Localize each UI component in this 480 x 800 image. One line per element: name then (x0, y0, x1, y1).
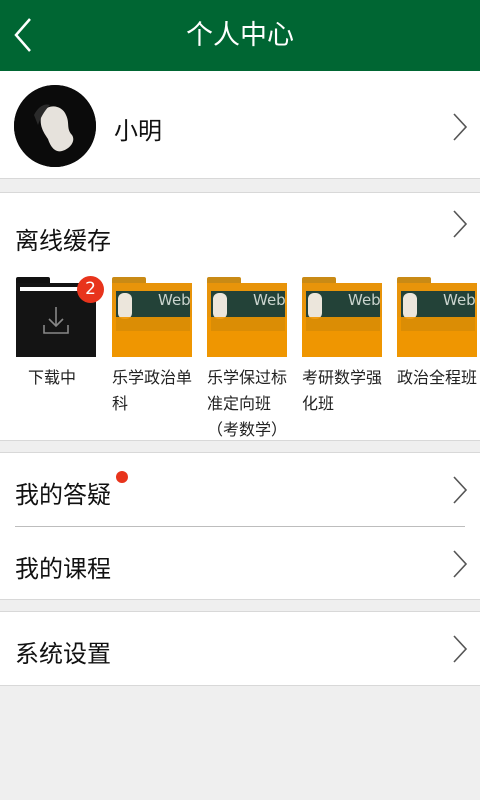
downloading-caption: 下载中 (28, 368, 77, 387)
profile-row[interactable]: 小明 (0, 71, 480, 179)
menu-item-courses[interactable]: 我的课程 (0, 527, 480, 600)
offline-cache-label[interactable]: 离线缓存 (15, 221, 111, 256)
course-caption: 乐学保过标准定向班（考数学） (207, 368, 288, 439)
chevron-right-icon (453, 635, 468, 663)
chevron-right-icon (453, 550, 468, 578)
chevron-right-icon[interactable] (452, 209, 468, 239)
menu-item-settings[interactable]: 系统设置 (0, 612, 480, 685)
user-name: 小明 (114, 117, 162, 145)
menu-item-settings-label: 系统设置 (15, 640, 111, 668)
menu-group-1: 我的答疑 我的课程 (0, 452, 480, 600)
offline-cache-section: 离线缓存 2 下载中 Web 乐学政治单科 Web 乐学保过标准定向班（考数学）… (0, 192, 480, 441)
chevron-right-icon (453, 476, 468, 504)
course-folder[interactable]: Web 乐学政治单科 (112, 277, 194, 413)
course-folder[interactable]: Web 乐学保过标准定向班（考数学） (207, 277, 289, 439)
course-caption: 考研数学强化班 (302, 368, 383, 413)
menu-group-2: 系统设置 (0, 611, 480, 686)
menu-item-qa-label: 我的答疑 (15, 481, 111, 509)
menu-item-courses-label: 我的课程 (15, 555, 111, 583)
page-title: 个人中心 (186, 20, 294, 51)
avatar (14, 85, 96, 167)
notification-dot (116, 471, 128, 483)
course-folder[interactable]: Web 政治全程班 (397, 277, 479, 387)
menu-item-qa[interactable]: 我的答疑 (0, 453, 480, 526)
course-folder[interactable]: Web 考研数学强化班 (302, 277, 384, 413)
course-caption: 政治全程班 (397, 368, 478, 387)
thumbnail-watermark: Web (253, 291, 286, 309)
course-caption: 乐学政治单科 (112, 368, 193, 413)
thumbnail-watermark: Web (158, 291, 191, 309)
thumbnail-watermark: Web (443, 291, 476, 309)
chevron-right-icon (453, 113, 468, 141)
thumbnail-watermark: Web (348, 291, 381, 309)
top-bar: 个人中心 (0, 0, 480, 71)
